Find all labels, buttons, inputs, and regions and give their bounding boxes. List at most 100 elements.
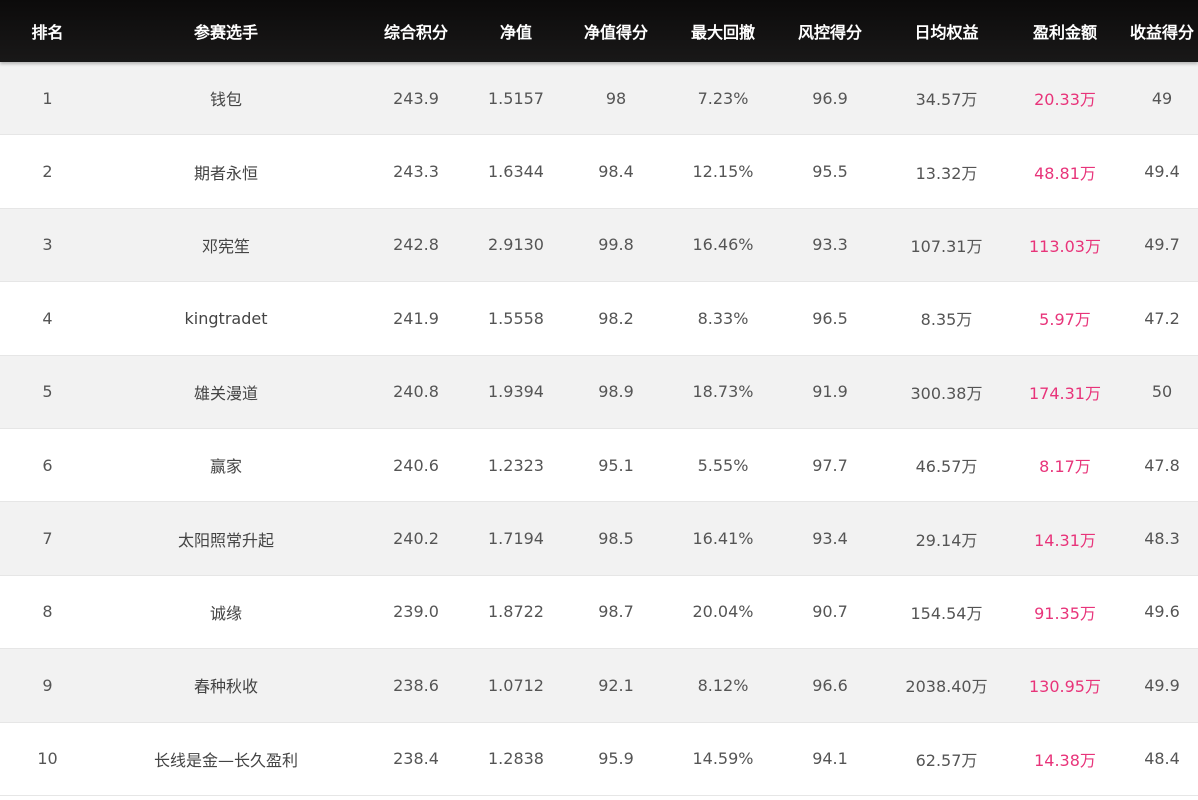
net-value-score-cell: 98 [605, 88, 627, 108]
header-daily-equity[interactable]: 日均权益 [889, 19, 1004, 43]
header-rank[interactable]: 排名 [0, 19, 95, 43]
header-player[interactable]: 参赛选手 [95, 19, 357, 43]
net-value-cell: 1.7194 [488, 529, 544, 549]
rank-cell: 10 [37, 749, 58, 769]
player-name: 雄关漫道 [193, 383, 258, 403]
net-value-score-cell: 99.8 [598, 235, 634, 255]
risk-score-cell: 95.5 [812, 162, 848, 182]
risk-score-cell: 90.7 [812, 602, 848, 622]
total-score-cell: 241.9 [393, 308, 439, 328]
net-value-score-cell: 98.2 [598, 308, 634, 328]
table-row[interactable]: 4 kingtradet 241.9 1.5558 98.2 8.33% 96.5 8.35万… [0, 282, 1198, 356]
max-drawdown-cell: 12.15% [692, 162, 754, 182]
return-score-cell: 48.3 [1144, 529, 1180, 549]
total-score-cell: 242.8 [393, 235, 439, 255]
header-max-drawdown[interactable]: 最大回撤 [675, 19, 771, 43]
rank-cell: 1 [42, 88, 53, 108]
profit-amount-cell: 113.03万 [1029, 236, 1101, 256]
net-value-score-cell: 98.5 [598, 529, 634, 549]
net-value-cell: 1.0712 [488, 675, 544, 695]
total-score-cell: 240.2 [393, 529, 439, 549]
net-value-score-cell: 95.9 [598, 749, 634, 769]
net-value-score-cell: 95.1 [598, 455, 634, 475]
table-row[interactable]: 7 太阳照常升起 240.2 1.7194 98.5 16.41% 93.4 29.14万 14… [0, 502, 1198, 576]
net-value-score-cell: 98.9 [598, 382, 634, 402]
rank-cell: 8 [42, 602, 53, 622]
max-drawdown-cell: 20.04% [692, 602, 754, 622]
max-drawdown-cell: 18.73% [692, 382, 754, 402]
max-drawdown-cell: 5.55% [697, 455, 749, 475]
table-row[interactable]: 9 春种秋收 238.6 1.0712 92.1 8.12% 96.6 2038.40万 130… [0, 649, 1198, 723]
daily-equity-cell: 154.54万 [910, 603, 983, 623]
header-return-score[interactable]: 收益得分 [1126, 19, 1198, 43]
net-value-cell: 1.5558 [488, 308, 544, 328]
table-header: 排名 参赛选手 综合积分 净值 净值得分 最大回撤 风控得分 日均权益 盈利金额… [0, 0, 1198, 62]
table-row[interactable]: 3 邓宪笙 242.8 2.9130 99.8 16.46% 93.3 107.31万 113.… [0, 208, 1198, 283]
risk-score-cell: 97.7 [812, 455, 848, 475]
risk-score-cell: 93.3 [812, 235, 848, 255]
player-name: 期者永恒 [193, 163, 258, 183]
total-score-cell: 238.4 [393, 749, 439, 769]
header-profit-amount[interactable]: 盈利金额 [1004, 19, 1126, 43]
max-drawdown-cell: 7.23% [697, 88, 749, 108]
player-name: 钱包 [209, 90, 242, 110]
net-value-cell: 1.9394 [488, 382, 544, 402]
profit-amount-cell: 5.97万 [1039, 310, 1091, 330]
total-score-cell: 238.6 [393, 675, 439, 695]
table-row[interactable]: 5 雄关漫道 240.8 1.9394 98.9 18.73% 91.9 300.38万 174… [0, 355, 1198, 429]
rank-cell: 9 [42, 675, 53, 695]
return-score-cell: 47.8 [1144, 455, 1180, 475]
return-score-cell: 48.4 [1144, 749, 1180, 769]
table-body: 1 钱包 243.9 1.5157 98 7.23% 96.9 34.57万 20.33万 49 2… [0, 62, 1198, 796]
player-name: 邓宪笙 [201, 236, 250, 256]
player-name: 赢家 [209, 457, 242, 477]
daily-equity-cell: 62.57万 [915, 750, 978, 770]
net-value-cell: 1.6344 [488, 162, 544, 182]
return-score-cell: 49.6 [1144, 602, 1180, 622]
return-score-cell: 49.7 [1144, 235, 1180, 255]
net-value-cell: 1.2323 [488, 455, 544, 475]
max-drawdown-cell: 16.46% [692, 235, 754, 255]
return-score-cell: 49 [1151, 88, 1173, 108]
header-total-score[interactable]: 综合积分 [357, 19, 475, 43]
risk-score-cell: 96.5 [812, 308, 848, 328]
daily-equity-cell: 8.35万 [920, 310, 973, 330]
rank-cell: 2 [42, 162, 53, 182]
player-name: 春种秋收 [193, 677, 258, 697]
rank-cell: 5 [42, 382, 53, 402]
max-drawdown-cell: 16.41% [692, 529, 754, 549]
daily-equity-cell: 46.57万 [915, 457, 978, 477]
profit-amount-cell: 91.35万 [1034, 603, 1096, 623]
daily-equity-cell: 300.38万 [910, 383, 983, 403]
max-drawdown-cell: 8.12% [697, 675, 749, 695]
table-row[interactable]: 10 长线是金—长久盈利 238.4 1.2838 95.9 14.59% 94.1 62.5… [0, 722, 1198, 796]
daily-equity-cell: 29.14万 [915, 530, 978, 550]
profit-amount-cell: 130.95万 [1029, 677, 1101, 697]
net-value-score-cell: 98.4 [598, 162, 634, 182]
header-net-value[interactable]: 净值 [475, 19, 557, 43]
header-net-value-score[interactable]: 净值得分 [557, 19, 675, 43]
header-risk-score[interactable]: 风控得分 [771, 19, 889, 43]
total-score-cell: 239.0 [393, 602, 439, 622]
table-row[interactable]: 2 期者永恒 243.3 1.6344 98.4 12.15% 95.5 13.32万 48.8… [0, 135, 1198, 209]
risk-score-cell: 96.9 [812, 88, 848, 108]
return-score-cell: 47.2 [1144, 308, 1180, 328]
total-score-cell: 240.6 [393, 455, 439, 475]
daily-equity-cell: 2038.40万 [905, 677, 988, 697]
profit-amount-cell: 20.33万 [1034, 90, 1096, 110]
total-score-cell: 243.9 [393, 88, 439, 108]
net-value-cell: 1.5157 [488, 88, 544, 108]
net-value-cell: 1.8722 [488, 602, 544, 622]
max-drawdown-cell: 8.33% [697, 308, 749, 328]
return-score-cell: 50 [1151, 382, 1173, 402]
risk-score-cell: 94.1 [812, 749, 848, 769]
player-name: 长线是金—长久盈利 [153, 750, 298, 770]
rank-cell: 7 [42, 529, 53, 549]
player-name: 诚缘 [209, 603, 242, 623]
rank-cell: 6 [42, 455, 53, 475]
profit-amount-cell: 8.17万 [1039, 457, 1091, 477]
table-row[interactable]: 8 诚缘 239.0 1.8722 98.7 20.04% 90.7 154.54万 91.35… [0, 575, 1198, 650]
table-row[interactable]: 6 赢家 240.6 1.2323 95.1 5.55% 97.7 46.57万 8.17万 47… [0, 428, 1198, 503]
leaderboard-table: 排名 参赛选手 综合积分 净值 净值得分 最大回撤 风控得分 日均权益 盈利金额… [0, 0, 1198, 800]
table-row[interactable]: 1 钱包 243.9 1.5157 98 7.23% 96.9 34.57万 20.33万 49 [0, 62, 1198, 136]
